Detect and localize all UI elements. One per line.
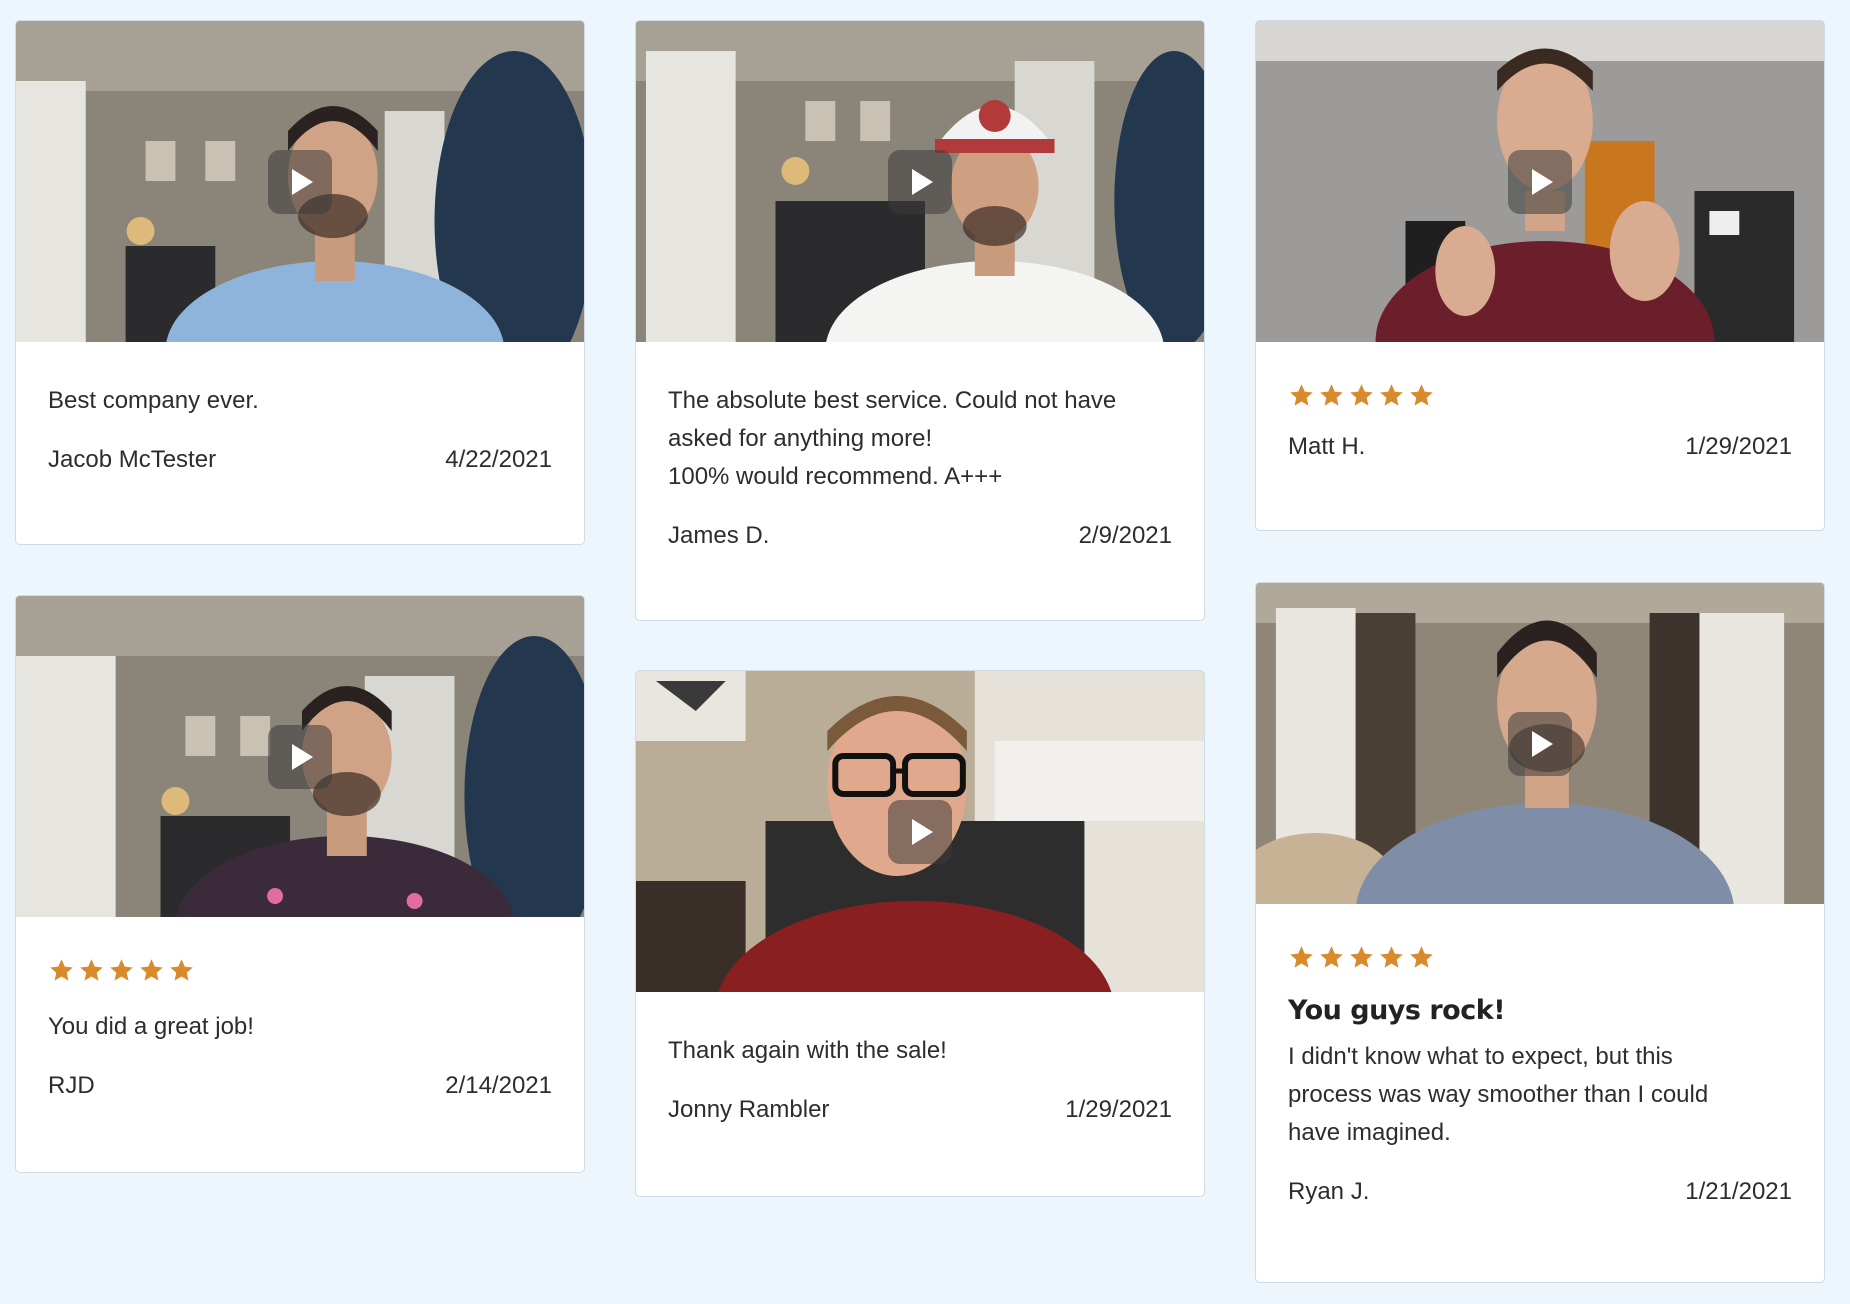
star-icon xyxy=(80,959,103,981)
star-icon xyxy=(1290,384,1313,406)
video-thumbnail[interactable] xyxy=(1256,21,1824,342)
review-body: Best company ever. Jacob McTester 4/22/2… xyxy=(16,342,584,474)
star-icon xyxy=(1350,384,1373,406)
play-button[interactable] xyxy=(268,724,332,789)
review-author: Ryan J. xyxy=(1288,1178,1370,1205)
review-card: You did a great job! RJD 2/14/2021 xyxy=(15,595,585,1173)
review-body: The absolute best service. Could not hav… xyxy=(636,342,1204,550)
star-icon xyxy=(1410,946,1433,968)
play-button[interactable] xyxy=(888,149,952,214)
video-thumbnail[interactable] xyxy=(1256,583,1824,904)
star-icon xyxy=(140,959,163,981)
review-author: RJD xyxy=(48,1072,95,1099)
review-text: Best company ever. xyxy=(48,382,552,420)
review-meta: Matt H. 1/29/2021 xyxy=(1288,433,1792,461)
review-author: James D. xyxy=(668,522,770,549)
review-text-line: Best company ever. xyxy=(48,387,259,414)
review-body: Thank again with the sale! Jonny Rambler… xyxy=(636,992,1204,1124)
star-icon xyxy=(110,959,133,981)
star-icon xyxy=(170,959,193,981)
review-text-line: The absolute best service. Could not hav… xyxy=(668,387,1117,414)
review-text-line: Thank again with the sale! xyxy=(668,1037,947,1064)
review-text: Thank again with the sale! xyxy=(668,1032,1172,1070)
review-date: 1/21/2021 xyxy=(1685,1178,1792,1205)
play-icon xyxy=(912,818,933,845)
star-rating xyxy=(1288,944,1792,971)
play-button[interactable] xyxy=(1508,711,1572,776)
review-meta: Jonny Rambler 1/29/2021 xyxy=(668,1096,1172,1124)
star-icon xyxy=(1380,946,1403,968)
review-text-line: asked for anything more! xyxy=(668,425,933,452)
review-date: 1/29/2021 xyxy=(1685,433,1792,460)
video-thumbnail[interactable] xyxy=(16,596,584,917)
play-button[interactable] xyxy=(268,149,332,214)
review-meta: Ryan J. 1/21/2021 xyxy=(1288,1178,1792,1206)
review-text: You did a great job! xyxy=(48,1008,552,1046)
review-date: 4/22/2021 xyxy=(445,446,552,473)
review-text-line: 100% would recommend. A+++ xyxy=(668,463,1003,490)
star-icon xyxy=(1410,384,1433,406)
video-thumbnail[interactable] xyxy=(636,671,1204,992)
play-icon xyxy=(292,168,313,195)
review-text: I didn't know what to expect, but this p… xyxy=(1288,1038,1792,1152)
play-icon xyxy=(1532,730,1553,757)
review-meta: RJD 2/14/2021 xyxy=(48,1072,552,1100)
star-rating xyxy=(48,957,552,984)
video-thumbnail[interactable] xyxy=(636,21,1204,342)
video-thumbnail[interactable] xyxy=(16,21,584,342)
play-icon xyxy=(292,743,313,770)
review-author: Jonny Rambler xyxy=(668,1096,830,1123)
review-body: You did a great job! RJD 2/14/2021 xyxy=(16,917,584,1100)
star-icon xyxy=(1380,384,1403,406)
star-icon xyxy=(1320,946,1343,968)
play-icon xyxy=(912,168,933,195)
star-icon xyxy=(1350,946,1373,968)
review-body: Matt H. 1/29/2021 xyxy=(1256,342,1824,461)
review-author: Matt H. xyxy=(1288,433,1366,460)
review-card: You guys rock! I didn't know what to exp… xyxy=(1255,582,1825,1283)
review-date: 2/14/2021 xyxy=(445,1072,552,1099)
review-text-line: I didn't know what to expect, but this xyxy=(1288,1043,1673,1070)
review-author: Jacob McTester xyxy=(48,446,217,473)
review-text-line: have imagined. xyxy=(1288,1119,1451,1146)
review-text-line: You did a great job! xyxy=(48,1013,254,1040)
star-rating xyxy=(1288,382,1792,409)
review-body: You guys rock! I didn't know what to exp… xyxy=(1256,904,1824,1206)
review-card: Matt H. 1/29/2021 xyxy=(1255,20,1825,531)
star-icon xyxy=(1290,946,1313,968)
review-card: Thank again with the sale! Jonny Rambler… xyxy=(635,670,1205,1197)
review-meta: Jacob McTester 4/22/2021 xyxy=(48,446,552,474)
review-date: 1/29/2021 xyxy=(1065,1096,1172,1123)
play-button[interactable] xyxy=(1508,149,1572,214)
review-card: The absolute best service. Could not hav… xyxy=(635,20,1205,621)
star-icon xyxy=(1320,384,1343,406)
review-text: The absolute best service. Could not hav… xyxy=(668,382,1172,496)
review-card: Best company ever. Jacob McTester 4/22/2… xyxy=(15,20,585,545)
star-icon xyxy=(50,959,73,981)
review-date: 2/9/2021 xyxy=(1078,522,1172,549)
review-meta: James D. 2/9/2021 xyxy=(668,522,1172,550)
review-headline: You guys rock! xyxy=(1288,995,1506,1026)
review-text-line: process was way smoother than I could xyxy=(1288,1081,1709,1108)
play-button[interactable] xyxy=(888,799,952,864)
play-icon xyxy=(1532,168,1553,195)
